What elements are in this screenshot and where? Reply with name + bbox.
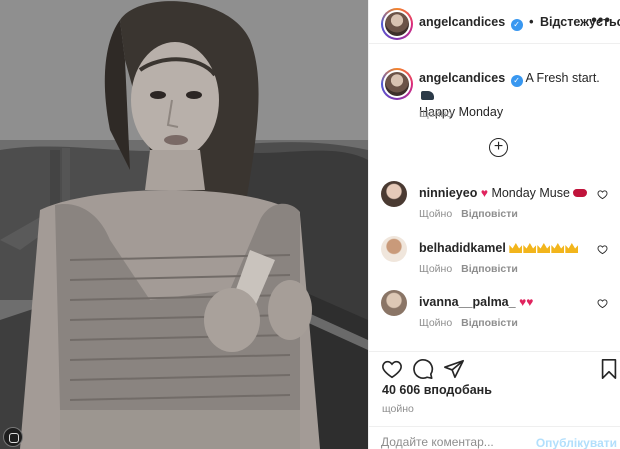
- commenter-avatar[interactable]: [381, 181, 407, 207]
- comment-text: Monday Muse: [491, 186, 570, 200]
- comment-time: Щойно: [419, 263, 453, 275]
- verified-badge-icon: ✓: [510, 75, 523, 87]
- caption-avatar[interactable]: [381, 68, 413, 100]
- crown-emoji-icon: [509, 243, 523, 253]
- crown-emoji-icon: [537, 243, 551, 253]
- paper-plane-icon[interactable]: [443, 358, 465, 380]
- post-photo[interactable]: [0, 0, 368, 449]
- commenter-avatar[interactable]: [381, 236, 407, 262]
- crown-emoji-icon: [551, 243, 565, 253]
- author-avatar[interactable]: [381, 8, 413, 40]
- reply-button[interactable]: Відповісти: [461, 317, 518, 329]
- heart-emoji-icon: ♥: [480, 186, 488, 200]
- instagram-glyph-icon: [3, 427, 23, 447]
- post-timestamp: щойно: [382, 403, 414, 415]
- reply-button[interactable]: Відповісти: [461, 208, 518, 220]
- heart-icon[interactable]: [381, 358, 403, 380]
- comment-item: ninnieyeo ♥ Monday Muse Щойно Відповісти: [369, 181, 620, 235]
- commenter-username[interactable]: belhadidkamel: [419, 241, 506, 255]
- comment-icon[interactable]: [412, 358, 434, 380]
- comment-input[interactable]: [381, 435, 541, 449]
- crown-emoji-icon: [565, 243, 579, 253]
- comment-text-row: belhadidkamel: [419, 241, 579, 255]
- publish-button[interactable]: Опублікувати: [536, 436, 617, 449]
- commenter-username[interactable]: ivanna__palma_: [419, 295, 516, 309]
- comment-like-icon[interactable]: [597, 189, 608, 200]
- separator-dot: •: [529, 15, 534, 29]
- author-username[interactable]: angelcandices: [419, 15, 505, 29]
- reply-button[interactable]: Відповісти: [461, 263, 518, 275]
- caption-username[interactable]: angelcandices: [419, 71, 505, 85]
- header-user-row: angelcandices ✓ • Відстежується: [419, 15, 620, 31]
- heart-emoji-icon: ♥: [526, 295, 534, 309]
- comment-text-row: ninnieyeo ♥ Monday Muse: [419, 186, 588, 200]
- crown-emoji-icon: [523, 243, 537, 253]
- load-more-comments-button[interactable]: +: [489, 138, 508, 157]
- caption-text: A Fresh start.: [525, 71, 600, 85]
- post-header: angelcandices ✓ • Відстежується •••: [369, 0, 620, 44]
- likes-count[interactable]: 40 606 вподобань: [382, 383, 492, 397]
- comment-time: Щойно: [419, 317, 453, 329]
- comment-like-icon[interactable]: [597, 298, 608, 309]
- lips-emoji-icon: [573, 189, 588, 197]
- commenter-avatar[interactable]: [381, 290, 407, 316]
- comment-item: belhadidkamel Щойно Відповісти: [369, 236, 620, 290]
- more-options-icon[interactable]: •••: [591, 12, 611, 30]
- comment-meta: Щойно Відповісти: [419, 208, 518, 220]
- photo-illustration: [0, 0, 368, 449]
- verified-badge-icon: ✓: [510, 19, 523, 31]
- comment-text-row: ivanna__palma_ ♥♥: [419, 295, 533, 309]
- add-comment-bar: Опублікувати: [369, 426, 620, 449]
- caption-time: Щойно: [419, 108, 453, 120]
- bookmark-icon[interactable]: [598, 358, 620, 380]
- comment-item: ivanna__palma_ ♥♥ Щойно Відповісти: [369, 290, 620, 344]
- commenter-username[interactable]: ninnieyeo: [419, 186, 477, 200]
- comment-meta: Щойно Відповісти: [419, 317, 518, 329]
- comment-meta: Щойно Відповісти: [419, 263, 518, 275]
- post-sidebar: angelcandices ✓ • Відстежується ••• ange…: [368, 0, 620, 449]
- comment-like-icon[interactable]: [597, 244, 608, 255]
- comment-time: Щойно: [419, 208, 453, 220]
- sneaker-emoji-icon: [421, 91, 434, 100]
